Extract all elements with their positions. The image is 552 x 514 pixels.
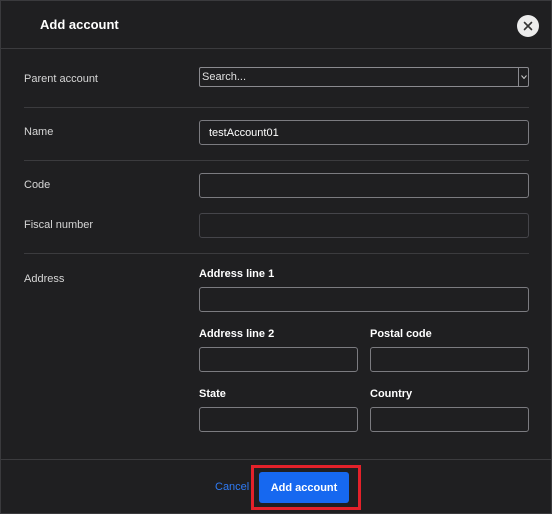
name-label: Name xyxy=(24,126,54,138)
address-label: Address xyxy=(24,273,65,285)
dropdown-arrow-icon[interactable] xyxy=(518,68,528,86)
address-line2-input[interactable] xyxy=(199,347,358,372)
dialog-header: Add account xyxy=(1,1,551,49)
country-input[interactable] xyxy=(370,407,529,432)
postal-code-label: Postal code xyxy=(370,328,432,340)
address-line1-input[interactable] xyxy=(199,287,529,312)
add-account-dialog: Add account Parent account Name Code Fis… xyxy=(0,0,552,514)
code-input[interactable] xyxy=(199,173,529,198)
postal-code-input[interactable] xyxy=(370,347,529,372)
parent-account-label: Parent account xyxy=(24,73,98,85)
divider xyxy=(24,160,529,161)
close-icon xyxy=(523,21,533,31)
address-line1-label: Address line 1 xyxy=(199,268,275,280)
parent-account-search-input[interactable] xyxy=(200,68,518,86)
divider xyxy=(24,253,529,254)
code-label: Code xyxy=(24,179,51,191)
fiscal-number-label: Fiscal number xyxy=(24,219,94,231)
footer-divider xyxy=(1,459,551,460)
name-input[interactable] xyxy=(199,120,529,145)
state-label: State xyxy=(199,388,226,400)
highlight-annotation xyxy=(251,465,361,510)
address-line2-label: Address line 2 xyxy=(199,328,275,340)
cancel-button[interactable]: Cancel xyxy=(215,481,249,493)
dialog-title: Add account xyxy=(40,17,119,32)
state-input[interactable] xyxy=(199,407,358,432)
country-label: Country xyxy=(370,388,413,400)
fiscal-number-input[interactable] xyxy=(199,213,529,238)
parent-account-select[interactable] xyxy=(199,67,529,87)
close-button[interactable] xyxy=(517,15,539,37)
divider xyxy=(24,107,529,108)
